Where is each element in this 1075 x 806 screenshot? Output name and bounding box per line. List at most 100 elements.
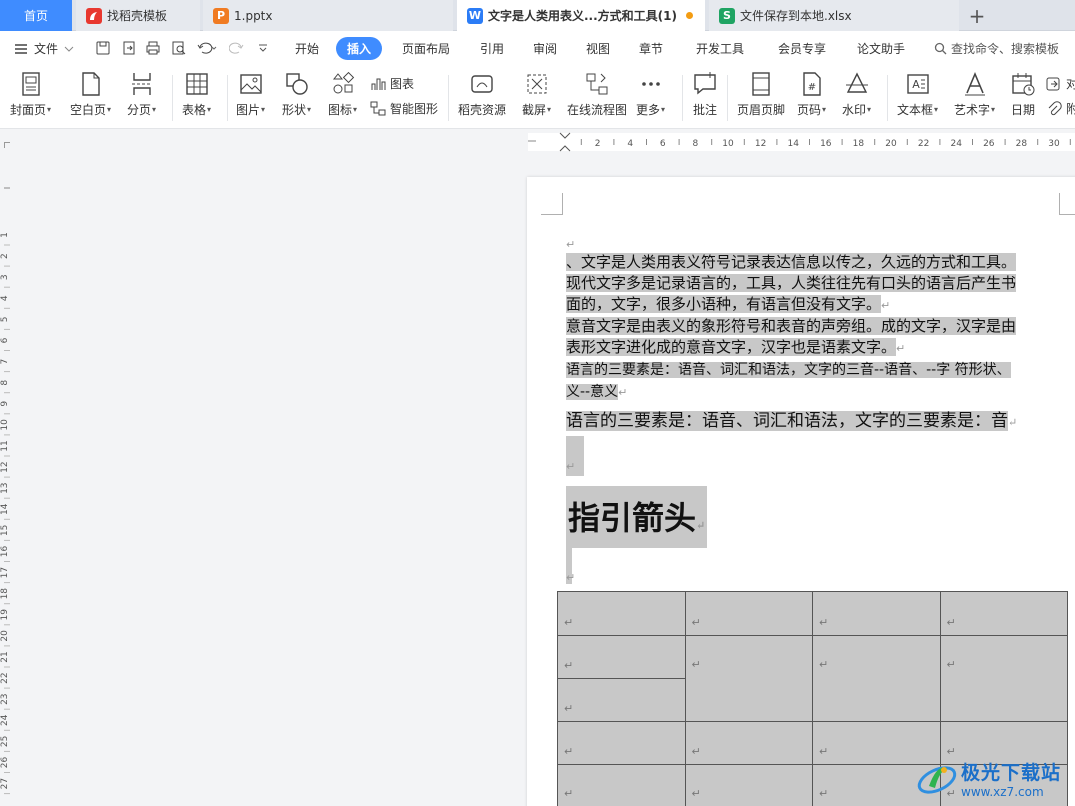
file-menu[interactable]: 文件 — [14, 40, 74, 57]
ruler-tick-label: 20 — [0, 630, 10, 642]
daoke-icon — [86, 7, 102, 24]
table-cell[interactable]: ↵ — [684, 721, 813, 765]
picture-button[interactable]: 图片 ▾ — [236, 71, 265, 118]
ruler-tick-label: 8 — [0, 380, 10, 386]
save-icon[interactable] — [94, 39, 112, 57]
table-cell[interactable]: ↵ — [557, 678, 686, 722]
divider — [887, 75, 888, 121]
screenshot-button[interactable]: 截屏 ▾ — [522, 71, 551, 118]
picture-icon — [239, 74, 262, 94]
table-cell[interactable]: ↵ — [684, 764, 813, 806]
customize-toolbar-icon[interactable] — [254, 39, 272, 57]
shape-button[interactable]: 形状 ▾ — [282, 71, 311, 118]
comment-label: 批注 — [692, 103, 717, 117]
comment-button[interactable]: 批注 — [692, 71, 718, 118]
heading-guide-arrows[interactable]: 指引箭头↵ — [566, 486, 708, 548]
print-preview-icon[interactable] — [170, 39, 188, 57]
svg-text:#: # — [807, 82, 815, 93]
cover-page-button[interactable]: 封面页 ▾ — [10, 71, 51, 118]
export-icon[interactable] — [120, 39, 138, 57]
body-text-block[interactable]: 、文字是人类用表义符号记录表达信息以传之，久远的方式和工具。 现代文字多是记录语… — [566, 252, 1017, 403]
textbox-icon: A — [906, 74, 929, 94]
tab-developer[interactable]: 开发工具 — [696, 40, 744, 57]
tab-pptx[interactable]: P 1.pptx — [203, 0, 453, 31]
ruler-tick-label: 24 — [950, 139, 962, 149]
page-break-button[interactable]: 分页 ▾ — [127, 71, 156, 118]
more-button[interactable]: 更多 ▾ — [636, 71, 665, 118]
watermark-icon — [845, 72, 868, 93]
table-cell[interactable]: ↵ — [557, 721, 686, 765]
serif-paragraph[interactable]: 语言的三要素是：语音、词汇和语法，文字的三要素是：音↵ — [566, 408, 1017, 436]
table-cell-merged[interactable]: ↵ — [939, 635, 1068, 722]
date-button[interactable]: 日期 — [1010, 71, 1036, 118]
tab-page-layout[interactable]: 页面布局 — [402, 40, 450, 57]
icon-library-button[interactable]: 图标 ▾ — [328, 71, 357, 118]
ruler-tick-label: 2 — [0, 253, 10, 259]
table-cell[interactable]: ↵ — [557, 635, 686, 679]
tab-home[interactable]: 首页 — [0, 0, 72, 31]
margin-corner-mark — [541, 193, 563, 215]
more-label: 更多 — [636, 103, 661, 117]
tab-section[interactable]: 章节 — [639, 40, 663, 57]
tab-insert[interactable]: 插入 — [336, 37, 383, 60]
new-tab-button[interactable]: + — [962, 0, 992, 31]
table-button[interactable]: 表格 ▾ — [182, 71, 211, 118]
print-icon[interactable] — [144, 39, 162, 57]
tab-active-document[interactable]: W 文字是人类用表义...方式和工具(1) — [457, 0, 705, 31]
page-number-button[interactable]: # 页码 ▾ — [797, 71, 826, 118]
tab-thesis[interactable]: 论文助手 — [857, 40, 905, 57]
object-button[interactable]: 对 — [1046, 75, 1075, 92]
ruler-tick-label: 4 — [0, 295, 10, 301]
table-cell[interactable]: ↵ — [684, 591, 813, 636]
table-cell-merged[interactable]: ↵ — [684, 635, 813, 722]
attachment-button[interactable]: 附 — [1046, 100, 1075, 117]
horizontal-ruler[interactable]: 2 4 6 8 10 12 14 16 18 20 22 24 26 28 30 — [528, 131, 1075, 153]
body-line: 、文字是人类用表义符号记录表达信息以传之，久远的方式和工具。 — [566, 252, 1017, 273]
tab-review[interactable]: 审阅 — [533, 40, 557, 57]
tab-xlsx[interactable]: S 文件保存到本地.xlsx — [709, 0, 959, 31]
smartart-button[interactable]: 智能图形 — [370, 100, 438, 117]
menu-bar: 文件 开始 插入 页面布局 引用 审阅 视图 章节 开发工具 会员专享 论文助手… — [0, 31, 1075, 67]
plus-icon: + — [968, 3, 986, 28]
tab-view[interactable]: 视图 — [586, 40, 610, 57]
ruler-tick-label: 14 — [0, 503, 10, 515]
undo-icon[interactable] — [194, 39, 220, 57]
header-footer-button[interactable]: 页眉页脚 — [737, 71, 785, 118]
page-number-icon: # — [802, 72, 821, 96]
tab-template[interactable]: 找稻壳模板 — [76, 0, 200, 31]
wordart-button[interactable]: 艺术字 ▾ — [954, 71, 995, 118]
watermark-button[interactable]: 水印 ▾ — [842, 71, 871, 118]
table-cell[interactable]: ↵ — [557, 591, 686, 636]
ruler-corner — [4, 142, 10, 148]
wordart-icon — [964, 71, 985, 96]
vertical-ruler[interactable]: 1234567891011121314151617181920212223242… — [0, 180, 14, 806]
tab-member[interactable]: 会员专享 — [778, 40, 826, 57]
paragraph-mark: ↵ — [566, 571, 576, 584]
blank-page-button[interactable]: 空白页 ▾ — [70, 71, 111, 118]
table-cell-merged[interactable]: ↵ — [812, 635, 941, 722]
hamburger-icon — [15, 43, 27, 54]
redo-icon[interactable] — [228, 39, 246, 57]
tab-label: 文件保存到本地.xlsx — [740, 9, 852, 23]
table-cell[interactable]: ↵ — [557, 764, 686, 806]
ruler-tick-label: 6 — [660, 139, 666, 149]
daoke-resource-button[interactable]: 稻壳资源 — [458, 71, 506, 118]
table-cell[interactable]: ↵ — [939, 591, 1068, 636]
document-tab-bar: 首页 找稻壳模板 P 1.pptx W 文字是人类用表义...方式和工具(1) … — [0, 0, 1075, 31]
resource-label: 稻壳资源 — [458, 103, 507, 117]
table-cell[interactable]: ↵ — [812, 591, 941, 636]
cover-page-icon — [21, 72, 40, 96]
paragraph-mark: ↵ — [896, 342, 906, 355]
flowchart-button[interactable]: 在线流程图 — [567, 71, 627, 118]
icon-library-label: 图标 — [328, 103, 353, 117]
chart-button[interactable]: 图表 — [370, 75, 414, 92]
site-logo-icon — [917, 766, 957, 794]
tab-references[interactable]: 引用 — [480, 40, 504, 57]
file-menu-label: 文件 — [34, 42, 59, 56]
textbox-button[interactable]: A 文本框 ▾ — [897, 71, 938, 118]
tab-label: 找稻壳模板 — [107, 9, 168, 23]
tab-start[interactable]: 开始 — [295, 40, 319, 57]
command-search[interactable]: 查找命令、搜索模板 — [934, 40, 1059, 57]
ruler-tick-label: 14 — [787, 139, 799, 149]
paragraph-mark: ↵ — [696, 519, 706, 532]
